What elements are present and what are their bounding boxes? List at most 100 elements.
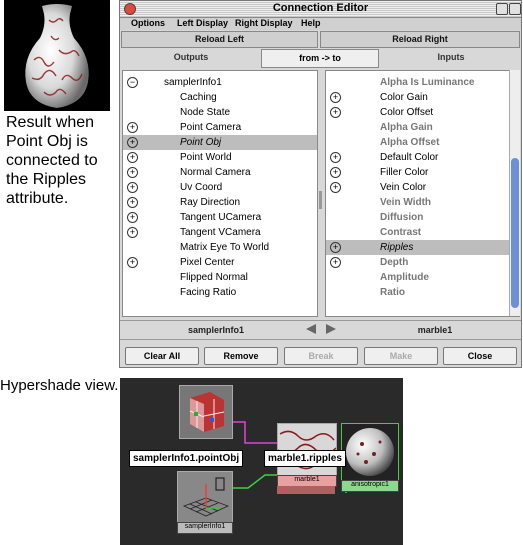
outputs-list: − samplerInfo1 Caching Node State + Point Cam… <box>122 70 318 317</box>
attr-label: Amplitude <box>380 272 429 283</box>
input-attr-row[interactable]: Vein Width <box>326 195 519 210</box>
close-button[interactable]: Close <box>443 347 517 365</box>
inputs-header: Inputs <box>437 52 465 62</box>
output-attr-row[interactable]: + Uv Coord <box>123 180 317 195</box>
scrollbar-thumb[interactable] <box>511 158 519 308</box>
attr-label: Alpha Offset <box>380 137 440 148</box>
input-attr-row[interactable]: + Color Offset <box>326 105 519 120</box>
inputs-scrollbar[interactable] <box>509 70 520 316</box>
output-attr-row[interactable]: + Tangent VCamera <box>123 225 317 240</box>
marble-node-toggle[interactable] <box>277 486 335 494</box>
attr-label: Point World <box>180 152 232 163</box>
output-attr-row[interactable]: + Tangent UCamera <box>123 210 317 225</box>
attr-label: Depth <box>380 257 409 268</box>
vase-render-image <box>4 0 110 111</box>
expand-icon[interactable]: + <box>330 107 341 118</box>
attr-label: Filler Color <box>380 167 429 178</box>
menu-options[interactable]: Options <box>131 18 165 28</box>
output-attr-row[interactable]: + Pixel Center <box>123 255 317 270</box>
caption-line: attribute. <box>6 190 69 207</box>
attr-label: Ray Direction <box>180 197 241 208</box>
output-attr-row[interactable]: + Ray Direction <box>123 195 317 210</box>
output-attr-row[interactable]: + Normal Camera <box>123 165 317 180</box>
input-attr-row[interactable]: Alpha Offset <box>326 135 519 150</box>
make-button[interactable]: Make <box>364 347 438 365</box>
caption-line: connected to <box>6 152 98 169</box>
attr-label: Normal Camera <box>180 167 251 178</box>
output-attr-row[interactable]: Facing Ratio <box>123 285 317 300</box>
sampler-info-node-label: samplerInfo1 <box>177 522 233 534</box>
title-bar[interactable]: Connection Editor <box>120 1 521 18</box>
reload-right-button[interactable]: Reload Right <box>320 31 520 48</box>
anisotropic-node-swatch[interactable] <box>341 423 399 481</box>
input-attr-row[interactable]: + Depth <box>326 255 519 270</box>
output-attr-row[interactable]: + Point World <box>123 150 317 165</box>
input-attr-row[interactable]: + Ripples <box>326 240 519 255</box>
arrow-left-icon[interactable] <box>306 324 316 334</box>
menu-right-display[interactable]: Right Display <box>235 18 293 28</box>
collapse-icon[interactable]: − <box>127 77 138 88</box>
expand-icon[interactable]: + <box>127 197 138 208</box>
output-attr-row[interactable]: Flipped Normal <box>123 270 317 285</box>
output-attr-row[interactable]: + Point Obj <box>123 135 317 150</box>
attr-label: Tangent VCamera <box>180 227 261 238</box>
attr-label: Tangent UCamera <box>180 212 262 223</box>
menu-help[interactable]: Help <box>301 18 321 28</box>
input-attr-row[interactable]: Ratio <box>326 285 519 300</box>
sampler-info-node-swatch[interactable] <box>177 471 233 523</box>
result-caption: Result when Point Obj is connected to th… <box>6 113 118 208</box>
expand-icon[interactable]: + <box>127 212 138 223</box>
attr-label: Vein Color <box>380 182 427 193</box>
input-attr-row[interactable]: Contrast <box>326 225 519 240</box>
input-attr-row[interactable]: Amplitude <box>326 270 519 285</box>
remove-button[interactable]: Remove <box>204 347 278 365</box>
expand-icon[interactable]: + <box>127 137 138 148</box>
input-attr-row[interactable]: Alpha Gain <box>326 120 519 135</box>
sampler-cube-node[interactable] <box>179 385 233 439</box>
output-attr-row[interactable]: + Point Camera <box>123 120 317 135</box>
input-attr-row[interactable]: + Color Gain <box>326 90 519 105</box>
expand-icon[interactable]: + <box>127 152 138 163</box>
attr-label: Node State <box>180 107 231 118</box>
menu-bar: Options Left Display Right Display Help <box>120 18 521 30</box>
marble-ripples-tag: marble1.ripples <box>264 450 346 467</box>
expand-icon[interactable]: + <box>127 227 138 238</box>
expand-icon[interactable]: + <box>330 182 341 193</box>
expand-icon[interactable]: + <box>330 257 341 268</box>
input-attr-row[interactable]: + Default Color <box>326 150 519 165</box>
expand-icon[interactable]: + <box>127 182 138 193</box>
direction-button[interactable]: from -> to <box>261 49 379 68</box>
output-attr-row[interactable]: Matrix Eye To World <box>123 240 317 255</box>
right-node-name: marble1 <box>417 325 453 335</box>
expand-icon[interactable]: + <box>330 152 341 163</box>
caption-line: the Ripples <box>6 171 87 188</box>
pane-splitter[interactable] <box>319 191 322 209</box>
input-attr-row[interactable]: Alpha Is Luminance <box>326 75 519 90</box>
expand-icon[interactable]: + <box>127 122 138 133</box>
attr-label: Uv Coord <box>180 182 223 193</box>
input-attr-row[interactable]: + Vein Color <box>326 180 519 195</box>
expand-icon[interactable]: + <box>330 92 341 103</box>
node-swap-arrows[interactable] <box>304 322 340 336</box>
input-attr-row[interactable]: + Filler Color <box>326 165 519 180</box>
attr-label: Facing Ratio <box>180 287 237 298</box>
attr-label: Ripples <box>380 242 414 253</box>
expand-icon[interactable]: + <box>127 167 138 178</box>
attr-label: Vein Width <box>380 197 432 208</box>
anisotropic-node-label: anisotropic1 <box>341 480 399 492</box>
input-attr-row[interactable]: Diffusion <box>326 210 519 225</box>
attr-label: Alpha Is Luminance <box>380 77 475 88</box>
expand-icon[interactable]: + <box>127 257 138 268</box>
output-attr-row[interactable]: Caching <box>123 90 317 105</box>
output-attr-row[interactable]: Node State <box>123 105 317 120</box>
left-node-name: samplerInfo1 <box>187 325 245 335</box>
expand-icon[interactable]: + <box>330 242 341 253</box>
break-button[interactable]: Break <box>284 347 358 365</box>
menu-left-display[interactable]: Left Display <box>177 18 228 28</box>
expand-icon[interactable]: + <box>330 167 341 178</box>
caption-line: Point Obj is <box>6 133 88 150</box>
output-attr-row[interactable]: − samplerInfo1 <box>123 75 317 90</box>
clear-all-button[interactable]: Clear All <box>125 347 199 365</box>
arrow-right-icon[interactable] <box>326 324 336 334</box>
reload-left-button[interactable]: Reload Left <box>121 31 318 48</box>
